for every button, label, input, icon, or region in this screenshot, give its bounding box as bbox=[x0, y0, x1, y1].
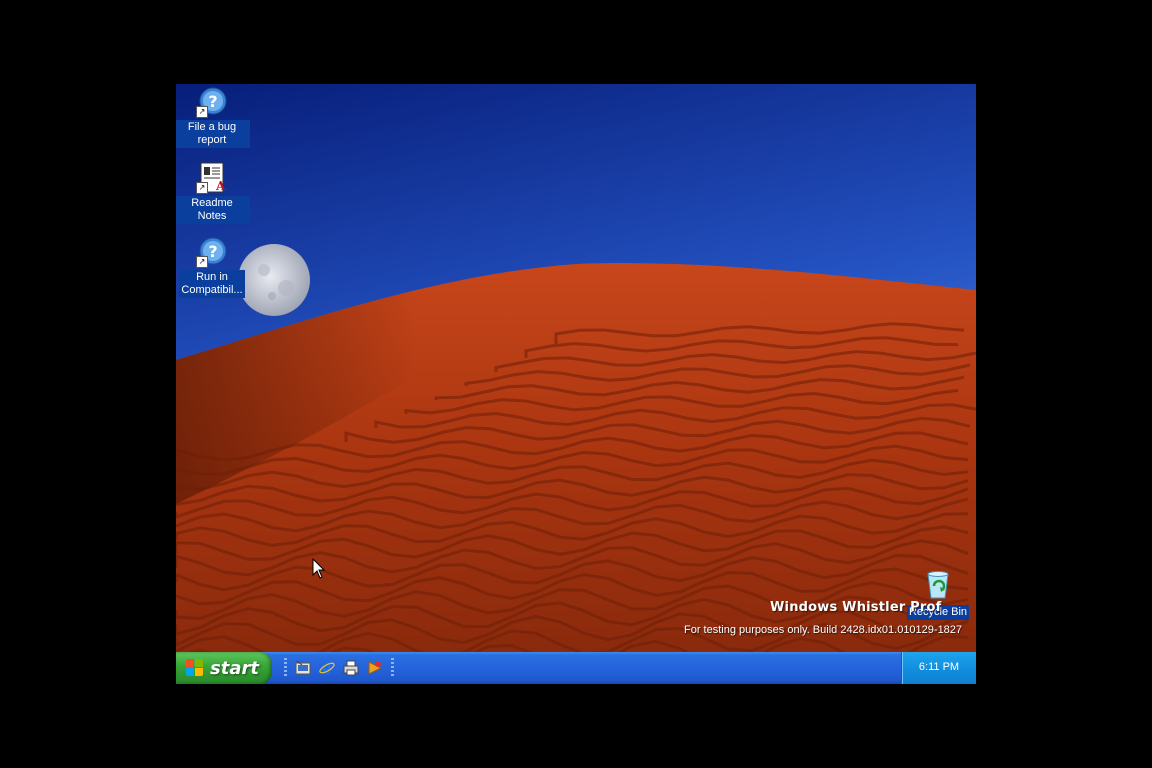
start-label: start bbox=[210, 657, 259, 679]
mouse-pointer-icon bbox=[312, 558, 326, 579]
show-desktop-icon[interactable] bbox=[294, 659, 312, 677]
desktop-icon-readme-notes[interactable]: A ↗ Readme Notes bbox=[176, 162, 250, 224]
toolbar-grip[interactable] bbox=[284, 658, 287, 678]
svg-text:A: A bbox=[215, 179, 226, 193]
desktop-icon-label: Run in Compatibil... bbox=[179, 270, 245, 298]
help-shortcut-icon: ? ↗ bbox=[196, 236, 228, 268]
desktop-icon-label: File a bug report bbox=[176, 120, 250, 148]
windows-logo-icon bbox=[186, 659, 204, 677]
document-shortcut-icon: A ↗ bbox=[196, 162, 228, 194]
desktop-icon-run-in-compatibility[interactable]: ? ↗ Run in Compatibil... bbox=[176, 236, 250, 298]
os-branding-title: Windows Whistler Prof bbox=[770, 600, 942, 615]
desktop-wallpaper bbox=[176, 84, 976, 652]
desktop-icon-file-bug-report[interactable]: ? ↗ File a bug report bbox=[176, 86, 250, 148]
quick-launch-toolbar: e bbox=[280, 652, 398, 684]
svg-text:?: ? bbox=[208, 242, 217, 261]
media-player-icon[interactable] bbox=[366, 659, 384, 677]
toolbar-grip[interactable] bbox=[391, 658, 394, 678]
build-watermark: For testing purposes only. Build 2428.id… bbox=[684, 624, 963, 636]
start-button[interactable]: start bbox=[176, 652, 272, 684]
desktop-screen: ? ↗ File a bug report A ↗ Readme Notes ?… bbox=[176, 84, 976, 684]
svg-text:e: e bbox=[322, 659, 332, 677]
desktop-icon-label: Readme Notes bbox=[176, 196, 250, 224]
svg-text:?: ? bbox=[208, 92, 217, 111]
help-shortcut-icon: ? ↗ bbox=[196, 86, 228, 118]
taskbar-clock[interactable]: 6:11 PM bbox=[902, 661, 976, 673]
taskbar: start e 6:11 PM bbox=[176, 652, 976, 684]
internet-explorer-icon[interactable]: e bbox=[318, 659, 336, 678]
system-tray: 6:11 PM bbox=[901, 652, 976, 684]
printer-icon[interactable] bbox=[342, 659, 360, 677]
recycle-bin-icon bbox=[922, 568, 954, 600]
